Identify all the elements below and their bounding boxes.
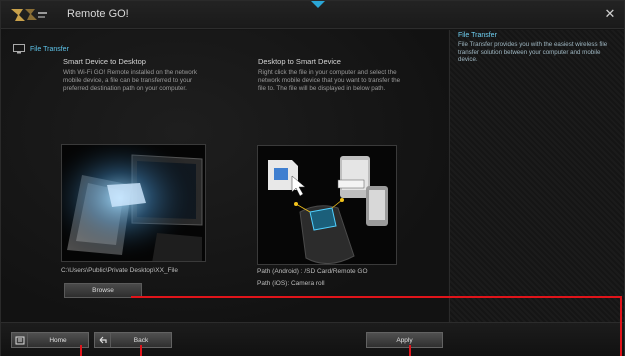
back-arrow-icon — [95, 333, 111, 347]
callout-line-apply — [409, 345, 411, 356]
section-heading: Smart Device to Desktop — [63, 57, 146, 66]
smart-to-desktop-illustration — [61, 144, 206, 262]
app-window: Remote GO! ✕ File Transfer Smart Device … — [0, 0, 625, 356]
main-panel: File Transfer Smart Device to Desktop Wi… — [1, 30, 448, 322]
collapse-toggle-icon[interactable] — [311, 1, 325, 8]
app-title: Remote GO! — [67, 8, 129, 20]
monitor-icon — [13, 44, 25, 54]
back-label: Back — [133, 336, 149, 344]
info-title: File Transfer — [458, 32, 497, 39]
section-description: With Wi-Fi GO! Remote installed on the n… — [63, 69, 198, 92]
bottom-bar: Home Back Apply — [1, 322, 624, 356]
android-path: Path (Android) : /SD Card/Remote GO — [257, 268, 368, 275]
back-button[interactable]: Back — [94, 332, 172, 348]
breadcrumb: File Transfer — [13, 44, 69, 54]
desktop-to-smart-section: Desktop to Smart Device Right click the … — [258, 57, 428, 93]
home-label: Home — [49, 336, 67, 344]
apply-button[interactable]: Apply — [366, 332, 443, 348]
info-panel: File Transfer File Transfer provides you… — [449, 30, 624, 322]
section-heading: Desktop to Smart Device — [258, 57, 341, 66]
tuf-logo-icon — [9, 6, 49, 24]
callout-line-back — [140, 345, 142, 356]
smart-to-desktop-section: Smart Device to Desktop With Wi-Fi GO! R… — [63, 57, 233, 93]
info-text: File Transfer provides you with the easi… — [458, 41, 608, 64]
callout-line-browse — [131, 296, 622, 298]
home-icon — [12, 333, 28, 347]
callout-line-home — [80, 345, 82, 356]
ios-path: Path (iOS): Camera roll — [257, 280, 325, 287]
home-button[interactable]: Home — [11, 332, 89, 348]
desktop-to-smart-illustration — [257, 145, 397, 265]
section-description: Right click the file in your computer an… — [258, 69, 401, 92]
desktop-destination-path: C:\Users\Public\Private Desktop\XX_File — [61, 267, 179, 274]
breadcrumb-label: File Transfer — [30, 45, 69, 53]
close-icon[interactable]: ✕ — [602, 6, 618, 22]
callout-line-browse-down — [620, 296, 622, 356]
